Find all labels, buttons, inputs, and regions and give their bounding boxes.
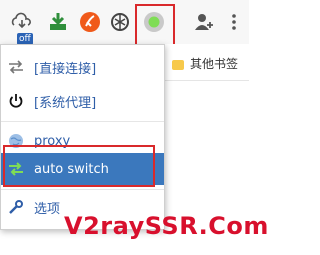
menu-item-label: [直接连接] [34, 61, 97, 77]
direct-connection-icon [6, 57, 26, 77]
menu-divider [1, 189, 164, 190]
auto-switch-highlight-box [3, 145, 155, 187]
menu-item-label: 选项 [34, 201, 61, 217]
menu-divider [1, 121, 164, 122]
watermark-text: V2raySSR.Com [64, 212, 269, 240]
browser-toolbar: off [0, 0, 249, 45]
menu-item-direct-connection[interactable]: [直接连接] [1, 51, 164, 83]
proxy-switch-menu: [直接连接] [系统代理] proxy auto switch 选项 [0, 44, 165, 230]
openai-knot-icon[interactable] [108, 10, 132, 34]
wrench-icon [6, 197, 26, 217]
folder-icon [172, 59, 184, 70]
cloud-download-icon[interactable]: off [10, 10, 34, 45]
orange-extension-icon[interactable] [78, 10, 102, 34]
menu-item-system-proxy[interactable]: [系统代理] [1, 85, 164, 117]
more-menu-icon[interactable] [222, 10, 246, 34]
bookmark-folder-other[interactable]: 其他书签 [172, 55, 238, 72]
power-icon [6, 91, 26, 111]
bookmark-folder-label: 其他书签 [190, 57, 239, 71]
profile-icon[interactable] [192, 10, 216, 34]
download-arrow-icon[interactable] [46, 10, 70, 34]
menu-item-label: [系统代理] [34, 95, 97, 111]
